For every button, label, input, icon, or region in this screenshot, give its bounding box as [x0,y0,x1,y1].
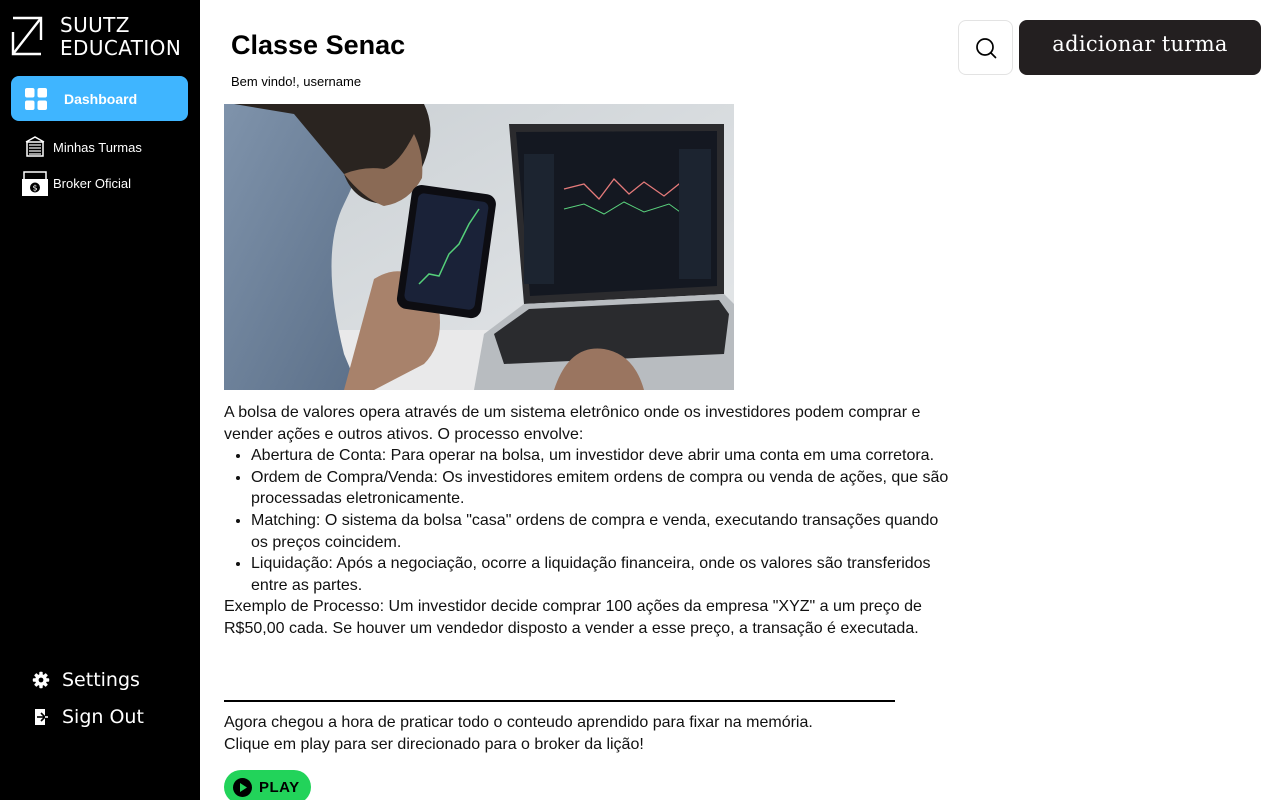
search-button[interactable] [958,20,1013,75]
sidebar-item-dashboard[interactable]: Dashboard [11,76,188,121]
list-item: Matching: O sistema da bolsa "casa" orde… [251,510,959,553]
play-label: PLAY [259,778,300,796]
brand-line-2: EDUCATION [60,36,182,60]
list-item: Liquidação: Após a negociação, ocorre a … [251,553,959,596]
practice-line-2: Clique em play para ser direcionado para… [224,735,644,753]
settings-label: Settings [62,669,140,691]
sidebar-item-label: Broker Oficial [53,175,132,191]
add-class-button[interactable]: adicionar turma [1019,20,1261,75]
sign-out-label: Sign Out [62,706,144,728]
brand-logo-icon [11,16,43,56]
lesson-hero-image [224,104,734,390]
welcome-text: Bem vindo!, username [231,74,362,89]
lesson-content: A bolsa de valores opera através de um s… [224,402,959,640]
lesson-example: Exemplo de Processo: Um investidor decid… [224,598,922,637]
divider [224,700,895,702]
money-icon: $ [22,171,48,196]
brand-name: SUUTZ EDUCATION [60,14,181,60]
lesson-intro: A bolsa de valores opera através de um s… [224,404,921,443]
sidebar-item-minhas-turmas[interactable]: Minhas Turmas [22,134,142,160]
settings-button[interactable]: Settings [32,669,140,691]
gear-icon [32,671,50,689]
list-item: Ordem de Compra/Venda: Os investidores e… [251,467,959,510]
sidebar-item-label: Dashboard [64,90,138,107]
brand-line-1: SUUTZ [60,13,130,37]
sign-out-button[interactable]: Sign Out [32,706,144,728]
search-icon [975,37,996,58]
sidebar-item-label: Minhas Turmas [53,139,142,155]
sign-out-icon [35,709,48,725]
sidebar-item-broker-oficial[interactable]: $ Broker Oficial [22,170,131,196]
page-title: Classe Senac [231,30,406,60]
sidebar: SUUTZ EDUCATION Dashboard Minhas Turmas [0,0,200,800]
play-button[interactable]: PLAY [224,770,311,800]
classroom-icon [25,136,45,157]
play-icon [233,777,252,797]
brand-logo-group[interactable]: SUUTZ EDUCATION [10,14,181,60]
grid-icon [25,87,47,110]
practice-line-1: Agora chegou a hora de praticar todo o c… [224,714,813,731]
svg-text:$: $ [32,184,37,193]
lesson-steps-list: Abertura de Conta: Para operar na bolsa,… [251,445,959,596]
practice-text: Agora chegou a hora de praticar todo o c… [224,712,813,755]
list-item: Abertura de Conta: Para operar na bolsa,… [251,445,959,467]
